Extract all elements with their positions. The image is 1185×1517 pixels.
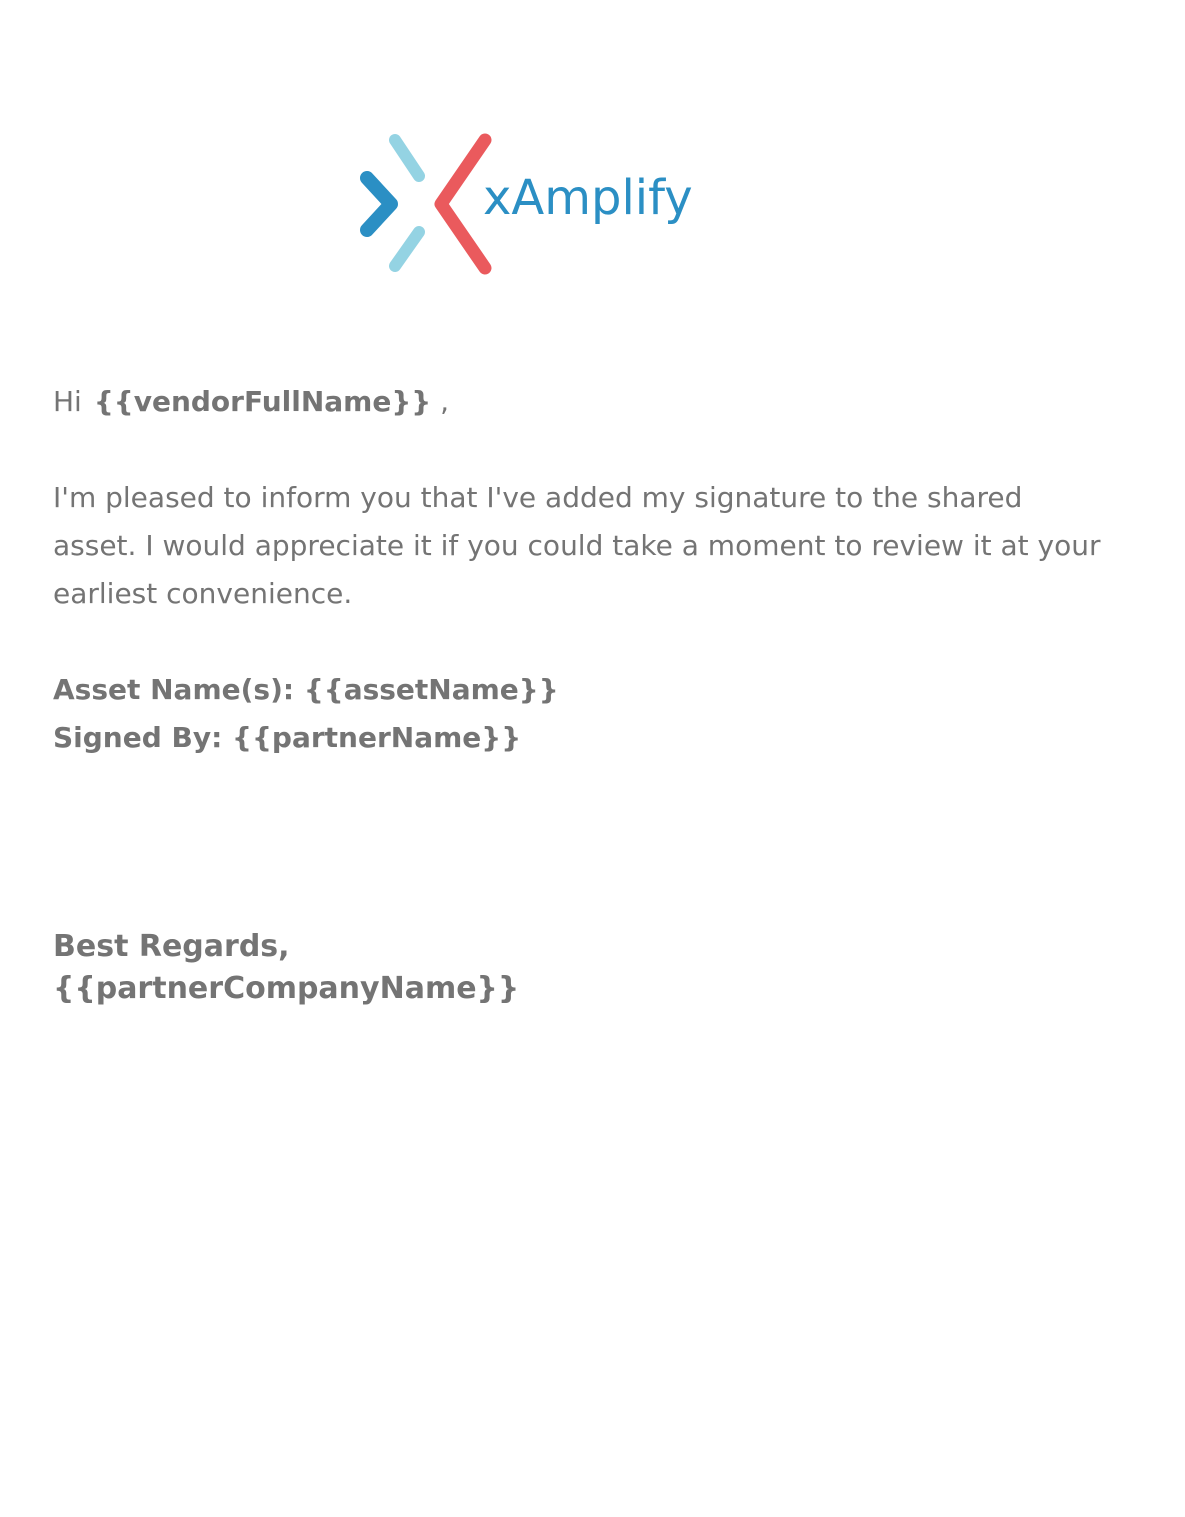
- greeting-suffix: ,: [431, 385, 450, 418]
- asset-name-line: Asset Name(s): {{assetName}}: [53, 673, 559, 706]
- signed-by-line: Signed By: {{partnerName}}: [53, 721, 522, 754]
- company-name-placeholder: {{partnerCompanyName}}: [53, 971, 520, 1006]
- message-paragraph: I'm pleased to inform you that I've adde…: [53, 481, 1101, 610]
- greeting-prefix: Hi: [53, 385, 82, 418]
- vendor-name-placeholder: {{vendorFullName}}: [93, 385, 432, 418]
- xamplify-logo-mark-icon: [360, 133, 492, 275]
- xamplify-logo: xAmplify: [355, 128, 735, 278]
- logo-wordmark: xAmplify: [483, 170, 693, 226]
- greeting: Hi {{vendorFullName}} ,: [53, 380, 449, 424]
- closing: Best Regards,: [53, 929, 290, 964]
